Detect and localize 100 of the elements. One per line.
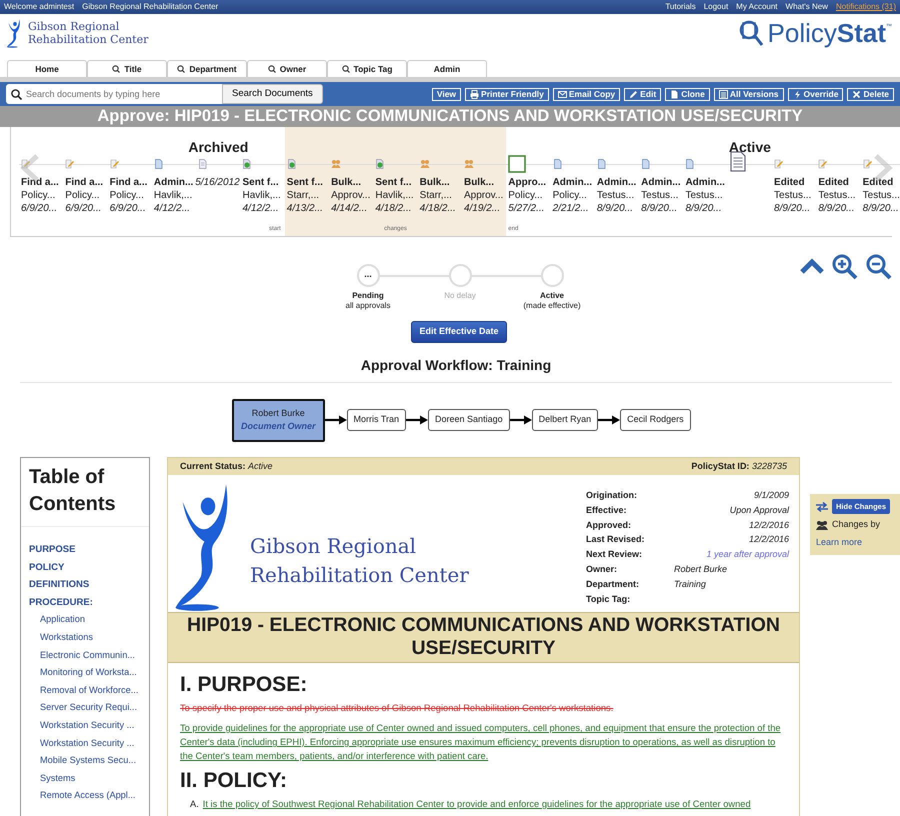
toc-link[interactable]: Systems <box>21 770 149 788</box>
toolbar-button[interactable]: View <box>432 88 462 101</box>
version-date: 4/19/2... <box>464 202 500 216</box>
document-title: HIP019 - ELECTRONIC COMMUNICATIONS AND WORKSTATION USE/SECURITY <box>168 612 799 663</box>
version-title[interactable]: Bulk... <box>464 175 494 190</box>
version-title[interactable]: Find a... <box>110 175 148 190</box>
version-date: 6/9/20... <box>65 202 102 216</box>
version-title[interactable]: Admin... <box>596 175 636 190</box>
nav-tab[interactable]: Admin <box>407 60 487 77</box>
pencil-icon[interactable] <box>774 159 784 169</box>
version-title[interactable]: Find a... <box>21 175 59 190</box>
version-title[interactable]: Appro... <box>508 175 546 190</box>
toolbar-button[interactable]: Edit <box>624 88 662 101</box>
toc-link[interactable]: Remote Access (Appl... <box>21 787 149 805</box>
toc-link[interactable]: Workstation Security ... <box>21 716 149 735</box>
header-link[interactable]: My Account <box>736 1 778 13</box>
status-sublabel: (made effective) <box>522 301 582 311</box>
property-value: 12/2/2016 <box>748 518 789 532</box>
approver-box: Robert Burke Document Owner <box>232 398 325 442</box>
version-title[interactable]: Bulk... <box>331 175 362 190</box>
version-date: 4/12/2... <box>154 202 190 216</box>
list-icon <box>718 90 728 99</box>
timeline-heading: Active <box>728 138 771 157</box>
version-author: Policy... <box>65 189 100 203</box>
version-date: 2/21/2... <box>552 202 589 216</box>
people-icon[interactable] <box>420 159 430 169</box>
property-value: Upon Approval <box>730 504 789 517</box>
toc-link[interactable]: DEFINITIONS <box>21 576 149 594</box>
nav-tab[interactable]: Department <box>167 60 247 77</box>
edit-effective-date-button[interactable]: Edit Effective Date <box>411 321 507 342</box>
pencil-icon[interactable] <box>21 159 31 169</box>
toolbar-button[interactable]: Override <box>788 88 844 101</box>
version-date: 8/9/20... <box>641 202 678 216</box>
version-title[interactable]: Find a... <box>65 175 104 190</box>
header-link[interactable]: What's New <box>786 1 828 13</box>
document-icon[interactable] <box>730 150 746 172</box>
nav-tab[interactable]: Owner <box>247 60 327 77</box>
toolbar-button[interactable]: Clone <box>665 88 710 101</box>
toc-link[interactable]: Application <box>21 611 149 629</box>
list-marker: A. <box>190 798 199 811</box>
property-label: Approved: <box>586 518 632 532</box>
people-icon[interactable] <box>331 159 342 169</box>
version-title[interactable]: Sent f... <box>242 175 279 190</box>
close-icon <box>852 90 862 99</box>
toc-link[interactable]: Mobile Systems Secu... <box>21 752 149 770</box>
version-title[interactable]: Admin... <box>641 175 681 190</box>
toc-link[interactable]: Removal of Workforce... <box>21 682 149 700</box>
nav-tab[interactable]: Title <box>87 60 167 77</box>
notifications-link[interactable]: Notifications (31) <box>836 1 896 13</box>
toolbar-button[interactable]: Printer Friendly <box>465 88 549 101</box>
version-title[interactable]: Edited <box>818 175 849 190</box>
version-author: Testus... <box>685 189 723 203</box>
zoom-in-icon[interactable] <box>832 254 858 280</box>
toolbar-button[interactable]: Email Copy <box>552 88 620 101</box>
version-title[interactable]: Admin... <box>685 175 725 190</box>
version-date: 8/9/20... <box>685 202 722 216</box>
zoom-out-icon[interactable] <box>866 254 892 280</box>
property-link[interactable]: 1 year after approval <box>706 547 789 562</box>
section-heading: I. PURPOSE: <box>180 673 308 697</box>
search-icon <box>112 65 120 73</box>
header-link[interactable]: Tutorials <box>665 1 696 13</box>
learn-more-link[interactable]: Learn more <box>816 536 862 550</box>
property-value: 12/2/2016 <box>748 533 789 546</box>
version-title[interactable]: Edited <box>774 175 805 190</box>
search-field[interactable]: Search documents by typing here <box>6 84 222 104</box>
toc-link[interactable]: Workstation Security ... <box>21 734 149 752</box>
search-button[interactable]: Search Documents <box>222 84 323 104</box>
pencil-icon[interactable] <box>818 159 828 169</box>
header-link[interactable]: Logout <box>704 1 728 13</box>
nav-tab[interactable]: Home <box>7 60 87 77</box>
version-date: 4/13/2... <box>286 202 323 216</box>
toolbar-button[interactable]: Delete <box>847 88 894 101</box>
toc-link[interactable]: PROCEDURE: <box>21 594 149 612</box>
deleted-text: To specify the proper use and physical attributes of Gibson Regional Rehabilitation Center's workstations. <box>180 702 614 715</box>
version-title[interactable]: Edited <box>862 175 894 190</box>
toc-link[interactable]: Server Security Requi... <box>21 699 149 717</box>
page-icon[interactable] <box>198 159 208 169</box>
arrow-icon <box>406 415 428 425</box>
property-label: Department: <box>586 578 640 591</box>
toc-link[interactable]: POLICY <box>21 558 149 576</box>
toc-link[interactable]: PURPOSE <box>21 541 149 559</box>
property-label: Topic Tag: <box>586 592 632 606</box>
status-text: Current Status: Active <box>180 460 273 473</box>
version-title[interactable]: Admin... <box>154 175 194 190</box>
pencil-icon[interactable] <box>110 159 120 169</box>
version-title[interactable]: Admin... <box>552 175 592 190</box>
search-icon <box>268 65 276 73</box>
version-title[interactable]: Bulk... <box>420 175 450 190</box>
page-title: Approve: HIP019 - ELECTRONIC COMMUNICATIONS AND WORKSTATION USE/SECURITY <box>0 106 900 127</box>
toolbar-button[interactable]: All Versions <box>714 88 784 101</box>
toc-link[interactable]: Monitoring of Worksta... <box>21 664 149 682</box>
version-title[interactable]: Sent f... <box>375 175 412 190</box>
property-value: Training <box>674 578 706 591</box>
pencil-icon[interactable] <box>65 159 76 169</box>
pencil-icon[interactable] <box>862 159 873 169</box>
version-title[interactable]: Sent f... <box>286 175 323 190</box>
toc-link[interactable]: Electronic Communin... <box>21 646 149 664</box>
nav-tab[interactable]: Topic Tag <box>327 60 407 77</box>
toc-link[interactable]: Workstations <box>21 628 149 647</box>
people-icon[interactable] <box>464 159 474 169</box>
